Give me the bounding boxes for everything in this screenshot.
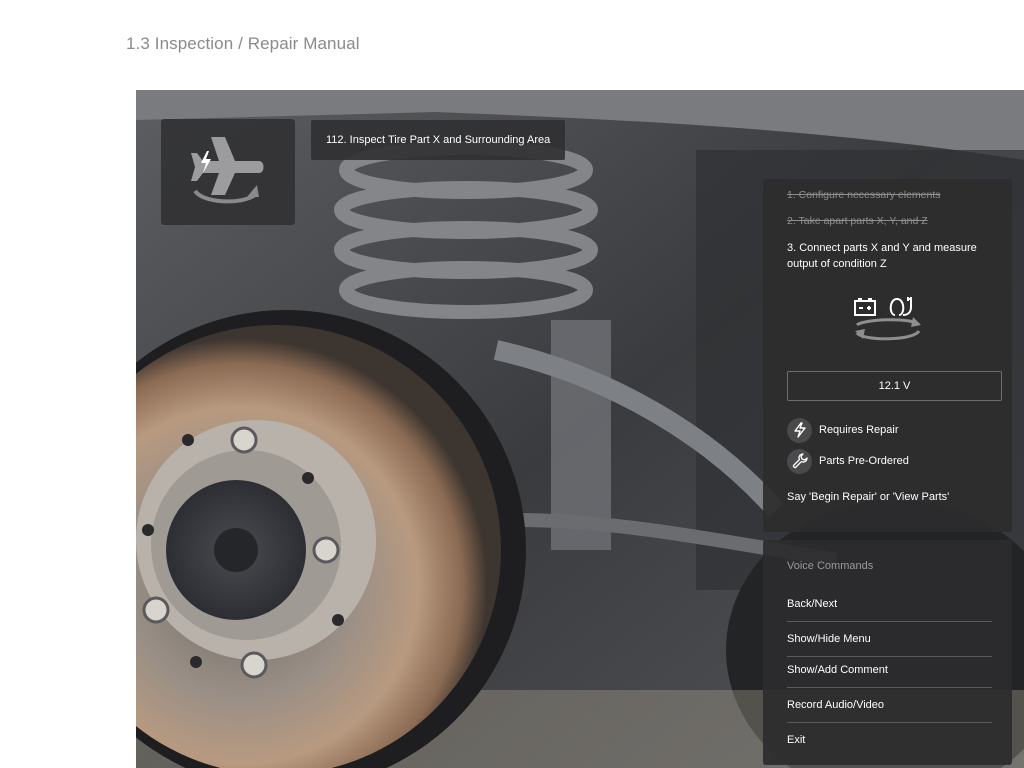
status-parts-ordered: Parts Pre-Ordered <box>787 448 909 474</box>
lightning-icon <box>787 417 812 443</box>
status-requires-repair: Requires Repair <box>787 417 898 443</box>
divider <box>787 621 992 622</box>
voltage-reading: 12.1 V <box>787 371 1002 401</box>
wrench-icon <box>787 448 812 474</box>
voice-command-show-add-comment[interactable]: Show/Add Comment <box>787 657 992 683</box>
divider <box>787 722 992 723</box>
completed-step: 2. Take apart parts X, Y, and Z <box>787 215 928 227</box>
voice-command-back-next[interactable]: Back/Next <box>787 591 992 617</box>
steps-panel: 1. Configure necessary elements 2. Take … <box>763 179 1012 532</box>
airplane-sync-icon <box>191 137 264 204</box>
voice-hint: Say 'Begin Repair' or 'View Parts' <box>787 491 950 503</box>
completed-step: 1. Configure necessary elements <box>787 189 941 201</box>
step-title: 112. Inspect Tire Part X and Surrounding… <box>311 120 566 160</box>
status-label: Requires Repair <box>819 424 899 436</box>
page-title: 1.3 Inspection / Repair Manual <box>126 34 360 53</box>
voice-command-record-audio-video[interactable]: Record Audio/Video <box>787 692 992 718</box>
voice-command-exit[interactable]: Exit <box>787 727 992 753</box>
battery-plug-sync-icon <box>854 297 921 341</box>
status-label: Parts Pre-Ordered <box>819 455 909 467</box>
voice-command-show-hide-menu[interactable]: Show/Hide Menu <box>787 626 992 652</box>
app-tile[interactable] <box>161 119 295 225</box>
voice-commands-heading: Voice Commands <box>787 560 874 572</box>
camera-view: 112. Inspect Tire Part X and Surrounding… <box>136 90 1024 768</box>
voice-commands-panel: Voice Commands Back/Next Show/Hide Menu … <box>763 540 1012 765</box>
current-step: 3. Connect parts X and Y and measure out… <box>787 242 977 270</box>
divider <box>787 687 992 688</box>
